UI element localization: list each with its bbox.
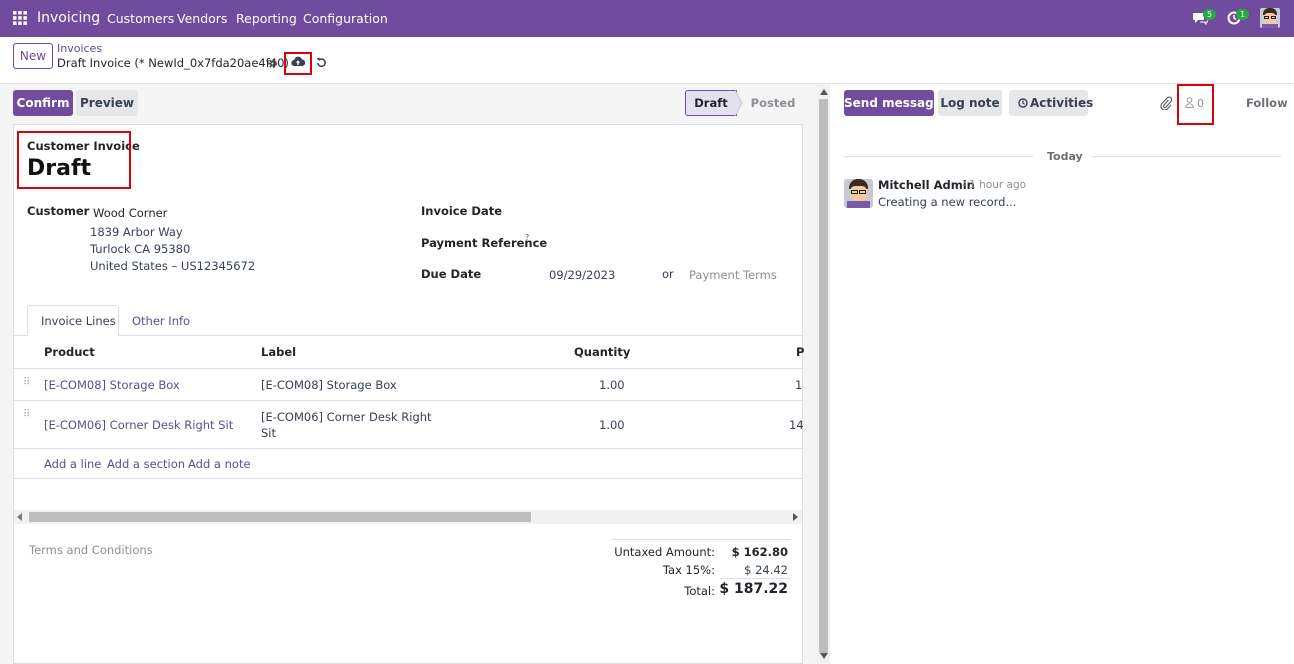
payment-terms-field[interactable]: Payment Terms <box>689 268 777 282</box>
send-message-button[interactable]: Send message <box>844 90 942 116</box>
add-note-link[interactable]: Add a note <box>188 457 251 471</box>
scroll-right-icon[interactable] <box>792 513 798 521</box>
row-divider <box>14 400 802 401</box>
clock-icon <box>1018 98 1028 108</box>
followers-highlight <box>1177 84 1214 125</box>
confirm-button[interactable]: Confirm <box>13 90 73 116</box>
message-body: Creating a new record... <box>878 195 1017 209</box>
message-time: - 1 hour ago <box>962 179 1027 191</box>
total-label: Total: <box>684 584 715 598</box>
line-label[interactable]: [E-COM08] Storage Box <box>261 378 397 392</box>
line-label-wrap: Sit <box>261 426 277 440</box>
activities-badge: 1 <box>1236 9 1250 20</box>
total-value: $ 187.22 <box>719 581 788 597</box>
table-bottom-line <box>14 478 802 479</box>
total-divider <box>720 578 791 579</box>
column-quantity[interactable]: Quantity <box>574 345 630 359</box>
terms-conditions-field[interactable]: Terms and Conditions <box>29 543 153 557</box>
column-product[interactable]: Product <box>44 345 95 359</box>
menu-reporting[interactable]: Reporting <box>236 11 297 26</box>
due-date-label: Due Date <box>421 267 482 281</box>
messages-badge: 5 <box>1203 9 1217 20</box>
date-separator: Today <box>1047 150 1083 163</box>
message-avatar[interactable] <box>844 179 873 208</box>
totals-top-line <box>611 539 791 540</box>
top-navbar: Invoicing Customers Vendors Reporting Co… <box>0 0 1294 37</box>
address-line-1: 1839 Arbor Way <box>90 225 183 239</box>
save-highlight <box>284 52 312 75</box>
scroll-down-icon[interactable] <box>820 653 828 659</box>
line-product[interactable]: [E-COM06] Corner Desk Right Sit <box>44 418 233 432</box>
tab-invoice-lines[interactable]: Invoice Lines <box>27 305 119 336</box>
control-panel: New Invoices Draft Invoice (* NewId_0x7f… <box>0 37 1294 84</box>
due-date-value[interactable]: 09/29/2023 <box>549 268 615 282</box>
preview-button[interactable]: Preview <box>76 90 138 116</box>
row-divider <box>14 448 802 449</box>
new-button[interactable]: New <box>13 43 53 69</box>
horizontal-scrollbar[interactable] <box>14 510 802 524</box>
stage-arrow-icon <box>735 90 743 116</box>
breadcrumb-invoices[interactable]: Invoices <box>57 42 102 55</box>
menu-configuration[interactable]: Configuration <box>303 11 388 26</box>
date-separator-right <box>1092 156 1281 157</box>
activities-label: Activities <box>1030 96 1094 110</box>
vertical-scrollbar-thumb[interactable] <box>819 99 828 653</box>
date-separator-left <box>844 156 1033 157</box>
drag-handle-icon[interactable]: ⠿ <box>23 377 30 388</box>
status-bar: Draft Posted <box>685 90 803 116</box>
line-price[interactable]: 14 <box>789 418 804 432</box>
app-title[interactable]: Invoicing <box>37 10 100 26</box>
line-price[interactable]: 1 <box>795 378 802 392</box>
menu-vendors[interactable]: Vendors <box>177 11 227 26</box>
or-text: or <box>662 267 674 281</box>
record-name: Draft Invoice (* NewId_0x7fda20ae4f40) <box>57 56 289 70</box>
follow-button[interactable]: Follow <box>1246 96 1288 110</box>
scroll-left-icon[interactable] <box>17 513 23 521</box>
vertical-scrollbar[interactable] <box>817 84 830 664</box>
line-quantity[interactable]: 1.00 <box>599 378 625 392</box>
activities-button[interactable]: Activities <box>1009 90 1093 116</box>
tab-bar-line <box>14 335 802 336</box>
untaxed-value: $ 162.80 <box>731 545 788 559</box>
tax-label: Tax 15%: <box>662 563 715 577</box>
message-author[interactable]: Mitchell Admin <box>878 178 975 192</box>
invoice-date-label: Invoice Date <box>421 204 503 218</box>
address-line-3: United States – US12345672 <box>90 259 256 273</box>
customer-label: Customer <box>27 204 90 218</box>
scrollbar-thumb[interactable] <box>29 512 531 522</box>
menu-customers[interactable]: Customers <box>107 11 174 26</box>
line-quantity[interactable]: 1.00 <box>599 418 625 432</box>
tab-other-info[interactable]: Other Info <box>132 314 190 328</box>
form-sheet <box>13 124 803 664</box>
header-divider <box>14 368 802 369</box>
drag-handle-icon[interactable]: ⠿ <box>23 409 30 420</box>
title-highlight <box>17 131 131 189</box>
column-price[interactable]: P <box>796 345 804 359</box>
line-label[interactable]: [E-COM06] Corner Desk Right <box>261 410 432 424</box>
stage-draft[interactable]: Draft <box>685 90 737 116</box>
gear-icon[interactable] <box>267 58 278 69</box>
paperclip-icon[interactable] <box>1160 96 1172 110</box>
tax-value: $ 24.42 <box>744 563 788 577</box>
column-label[interactable]: Label <box>261 345 296 359</box>
discard-icon[interactable] <box>316 57 327 68</box>
add-section-link[interactable]: Add a section <box>107 457 185 471</box>
log-note-button[interactable]: Log note <box>938 90 1002 116</box>
user-avatar[interactable] <box>1260 8 1280 28</box>
help-tooltip-icon[interactable]: ? <box>525 233 529 242</box>
chatter-panel <box>830 84 1294 664</box>
add-line-link[interactable]: Add a line <box>44 457 101 471</box>
line-product[interactable]: [E-COM08] Storage Box <box>44 378 180 392</box>
tab-invoice-lines-label: Invoice Lines <box>41 314 116 328</box>
scroll-up-icon[interactable] <box>820 89 828 95</box>
app-grid-icon[interactable] <box>13 11 27 25</box>
stage-posted[interactable]: Posted <box>743 90 803 116</box>
untaxed-label: Untaxed Amount: <box>614 545 715 559</box>
address-line-2: Turlock CA 95380 <box>90 242 191 256</box>
customer-name[interactable]: Wood Corner <box>93 206 167 220</box>
